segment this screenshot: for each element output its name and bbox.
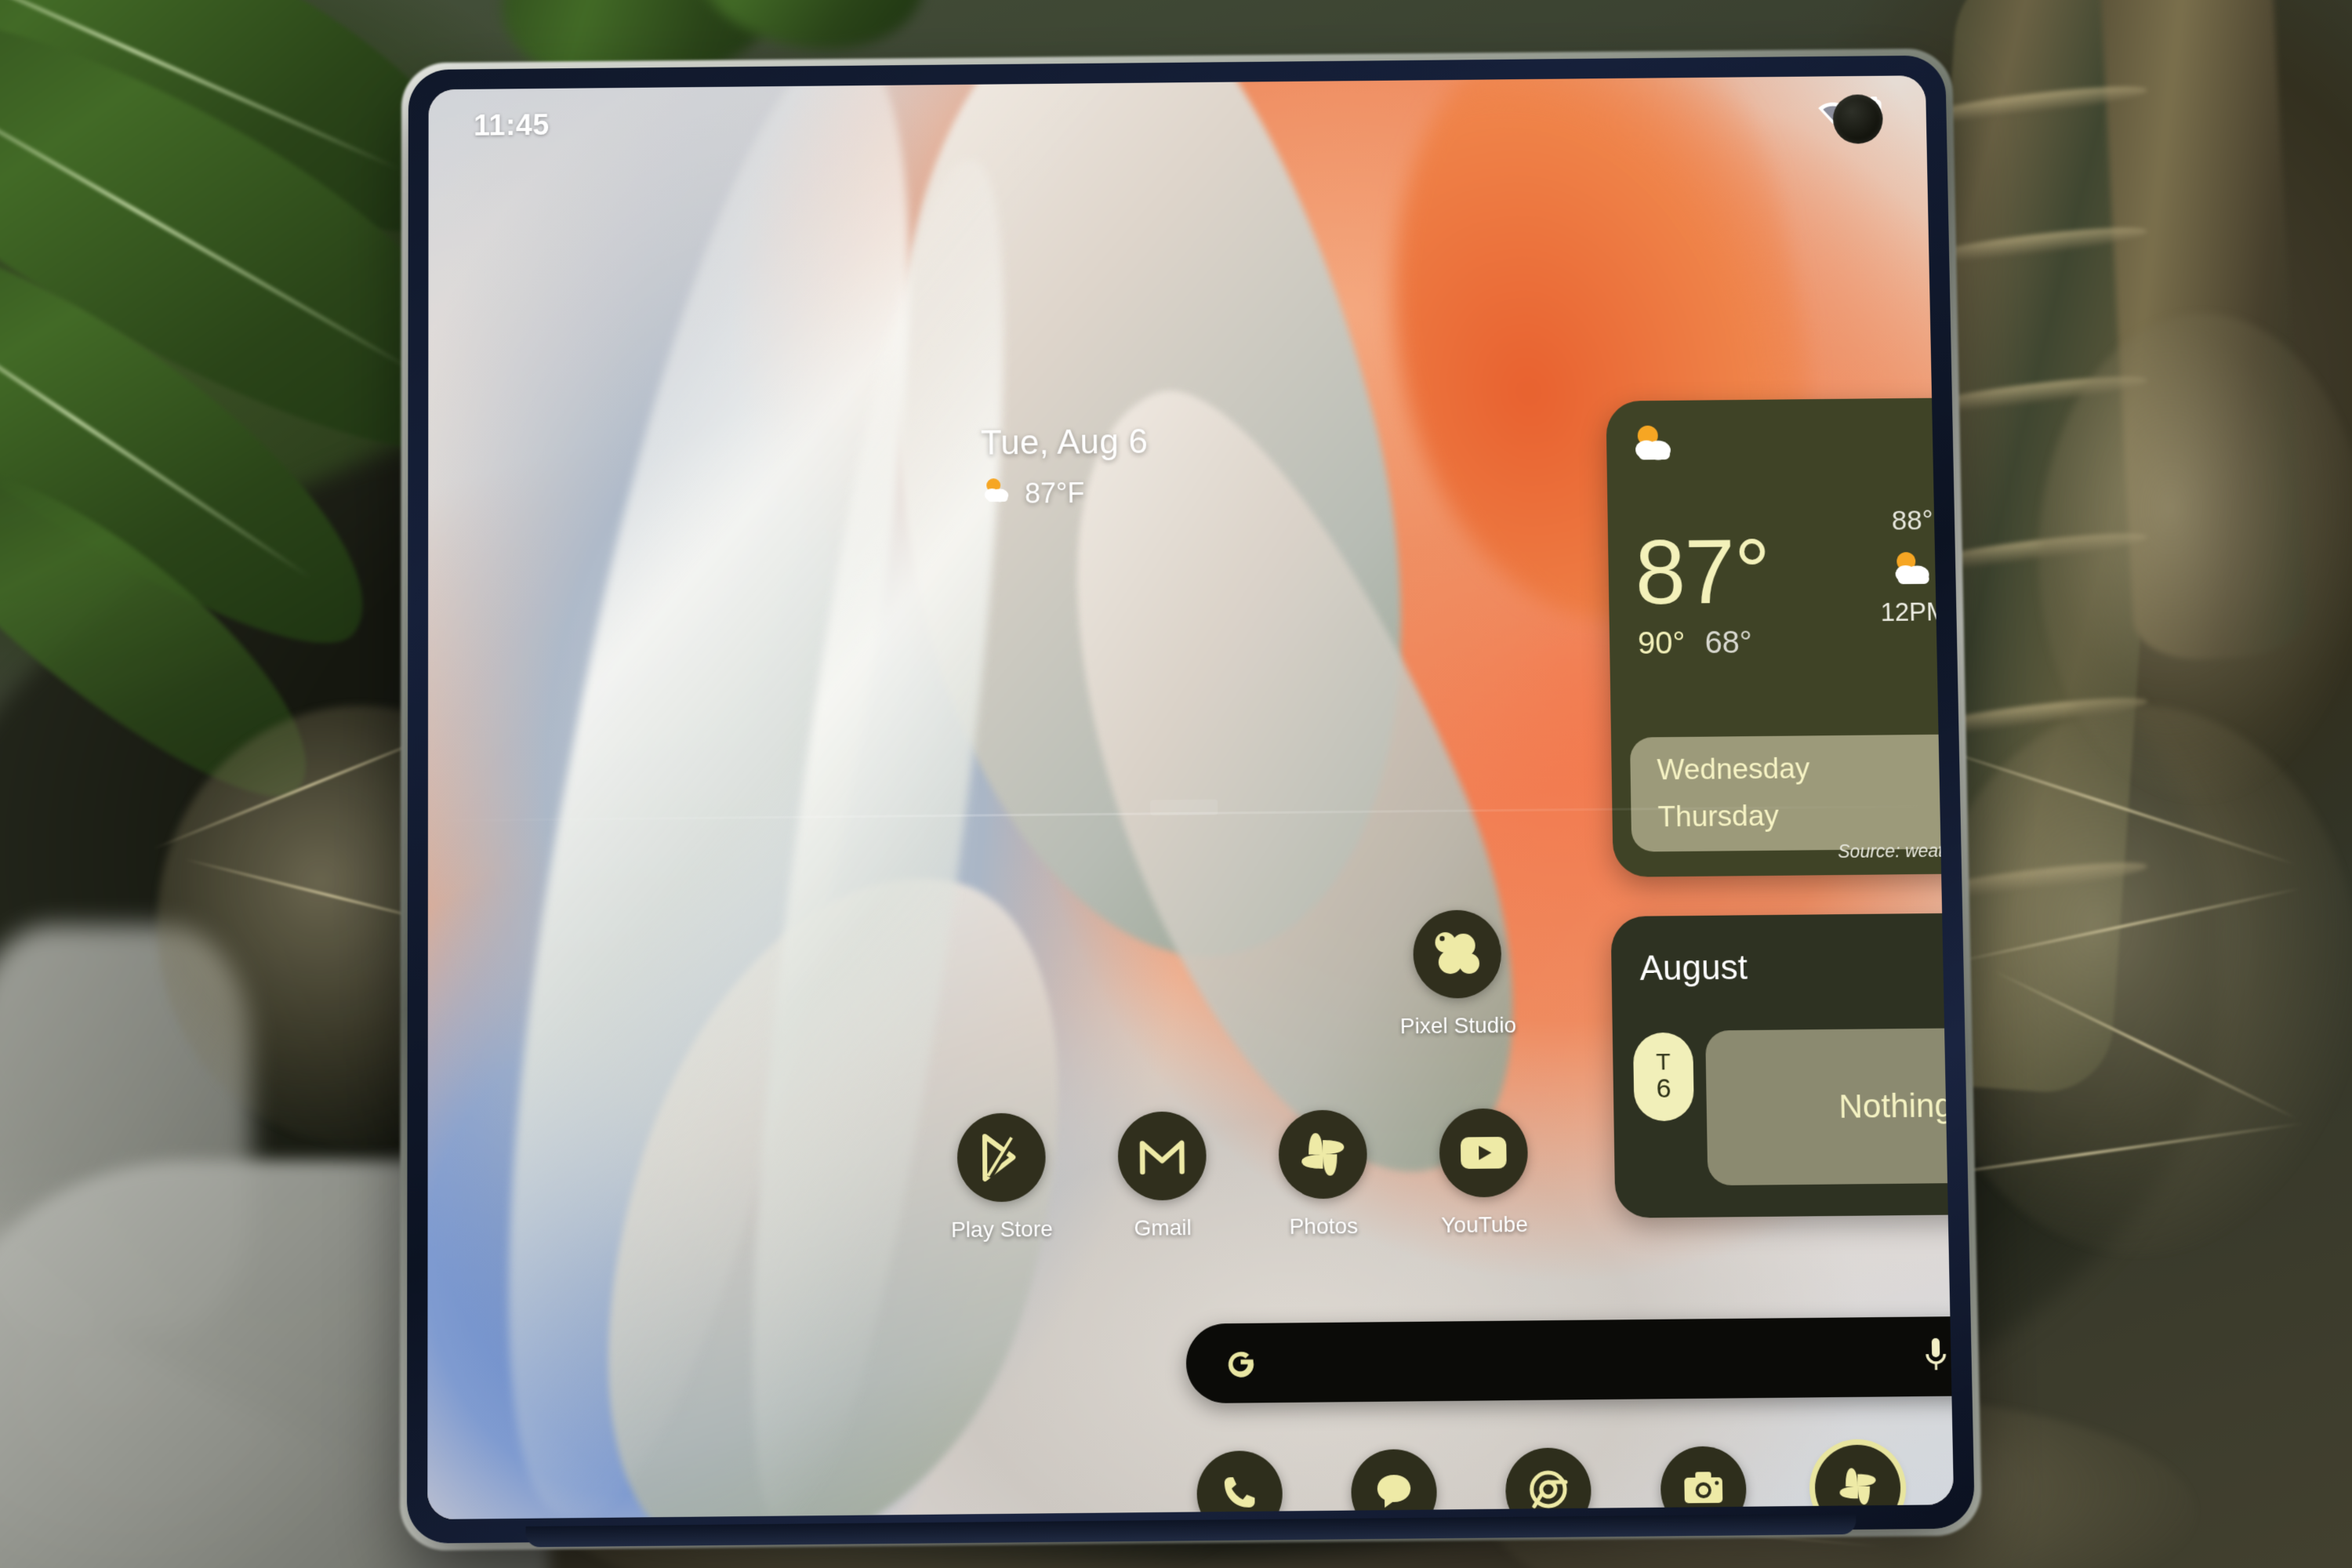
weather-body: 87° 90° 68° 88° 12PM	[1609, 505, 1954, 736]
calendar-month: August	[1639, 948, 1748, 989]
weather-location: New York	[1633, 416, 1955, 452]
play-store-icon	[956, 1112, 1046, 1203]
app-play-store[interactable]: Play Store	[930, 1112, 1073, 1243]
at-a-glance[interactable]: Tue, Aug 6 87°F	[981, 423, 1149, 512]
daily-row: Thursday 72° 70°	[1631, 788, 1954, 840]
microphone-icon[interactable]	[1922, 1334, 1950, 1378]
app-youtube[interactable]: YouTube	[1412, 1108, 1555, 1238]
youtube-icon	[1439, 1108, 1529, 1198]
photos-icon	[1278, 1109, 1368, 1200]
google-g-icon	[1222, 1343, 1259, 1384]
chrome-icon	[1526, 1466, 1571, 1515]
calendar-widget[interactable]: August T 6 Nothing planned	[1610, 910, 1955, 1218]
moss-clump	[2038, 314, 2352, 800]
search-input[interactable]	[1259, 1356, 1922, 1363]
daily-forecast: Wednesday 71° 66°	[1629, 731, 1955, 852]
phone-screen: 11:45 Tue, Aug 6 87°F 87° 90° 68° 88° 12…	[427, 75, 1955, 1520]
daily-day: Wednesday	[1657, 752, 1810, 786]
app-photos[interactable]: Photos	[1251, 1109, 1395, 1240]
app-pixel-studio[interactable]: Pixel Studio	[1386, 909, 1530, 1039]
partly-cloudy-icon	[981, 475, 1014, 512]
glance-weather: 87°F	[981, 474, 1149, 512]
phone-icon	[1218, 1470, 1261, 1518]
app-gmail[interactable]: Gmail	[1091, 1111, 1233, 1241]
app-label: Gmail	[1134, 1214, 1192, 1240]
app-label: Play Store	[950, 1216, 1054, 1243]
app-label: Photos	[1289, 1213, 1359, 1239]
status-bar: 11:45	[429, 75, 1927, 163]
daily-day: Thursday	[1657, 799, 1780, 833]
calendar-event-slot[interactable]: Nothing planned	[1705, 1025, 1955, 1186]
calendar-weekday-initial: T	[1656, 1049, 1671, 1076]
calendar-date-pill: T 6	[1632, 1032, 1694, 1122]
glance-temperature: 87°F	[1024, 476, 1085, 509]
weather-low: 68°	[1704, 625, 1753, 660]
weather-condition: Partly cloudy	[1633, 450, 1954, 492]
messages-icon	[1373, 1468, 1416, 1516]
pixel-studio-icon	[1412, 909, 1502, 999]
partly-cloudy-icon	[1630, 421, 1679, 469]
front-camera	[1832, 94, 1884, 144]
weather-high-low: 90° 68°	[1638, 626, 1753, 662]
app-label: Pixel Studio	[1399, 1012, 1517, 1039]
weather-widget[interactable]: New York Partly cloudy 87° 90° 68° 88°	[1606, 395, 1955, 877]
gmail-icon	[1117, 1111, 1207, 1201]
moss-clump	[1921, 706, 2352, 1254]
calendar-day-number: 6	[1656, 1073, 1671, 1104]
calendar-event-text: Nothing planned	[1838, 1085, 1954, 1125]
weather-high: 90°	[1637, 626, 1686, 661]
daily-row: Wednesday 71° 66°	[1630, 741, 1954, 793]
dock-item-phone[interactable]	[1196, 1450, 1283, 1520]
camera-icon	[1680, 1468, 1726, 1512]
status-clock: 11:45	[474, 108, 550, 143]
photos-icon	[1835, 1464, 1881, 1513]
app-label: YouTube	[1441, 1211, 1529, 1238]
weather-current-temp: 87°	[1634, 521, 1771, 624]
foldable-phone: 11:45 Tue, Aug 6 87°F 87° 90° 68° 88° 12…	[399, 48, 1983, 1552]
glance-date: Tue, Aug 6	[980, 423, 1149, 463]
google-search-bar[interactable]	[1185, 1315, 1955, 1404]
dock-item-messages[interactable]	[1351, 1449, 1438, 1520]
